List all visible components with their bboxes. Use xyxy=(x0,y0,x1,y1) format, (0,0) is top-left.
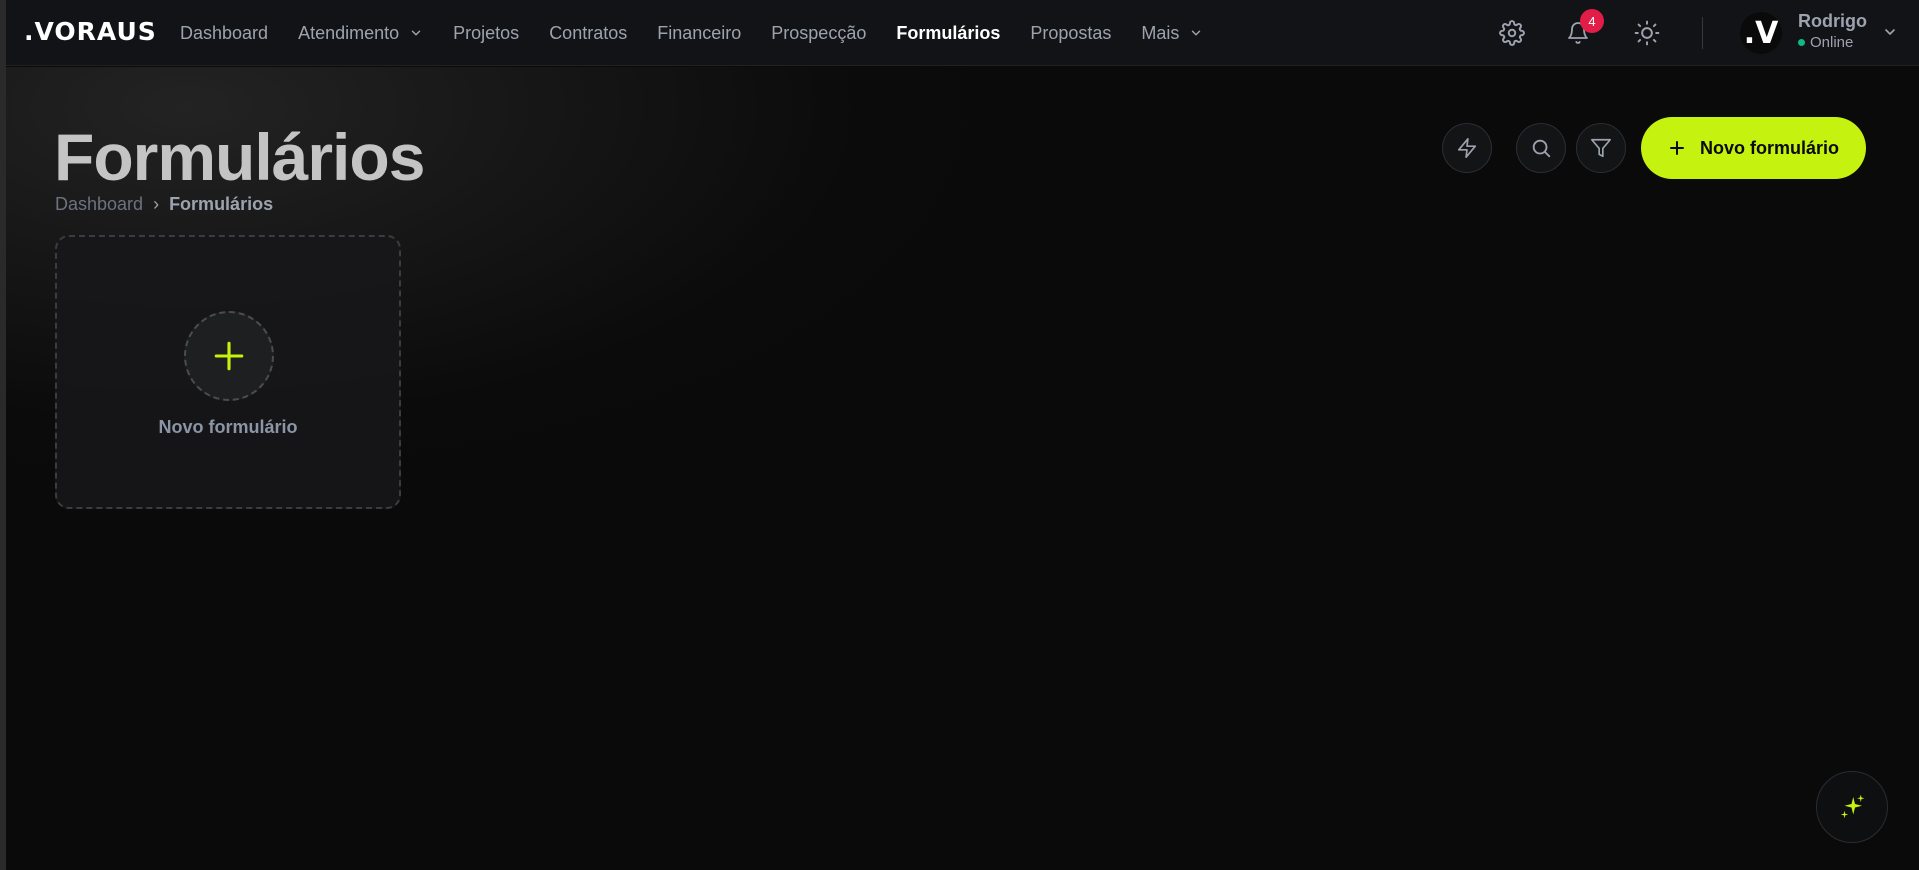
top-navigation-bar: .VORAUS Dashboard Atendimento Projetos C… xyxy=(6,0,1919,66)
nav-item-label: Formulários xyxy=(896,22,1001,43)
new-form-card-label: Novo formulário xyxy=(158,417,298,437)
new-form-card-circle xyxy=(184,311,274,401)
nav-item-formularios[interactable]: Formulários xyxy=(896,23,1000,44)
gear-icon xyxy=(1499,20,1525,46)
new-form-card[interactable]: Novo formulário xyxy=(55,235,401,509)
nav-item-prospeccao[interactable]: Prospecção xyxy=(771,23,866,44)
nav-item-label: Atendimento xyxy=(298,22,400,43)
user-avatar[interactable]: .V xyxy=(1740,12,1782,54)
search-icon xyxy=(1532,139,1551,158)
user-status-label: Online xyxy=(1810,34,1854,51)
nav-item-financeiro[interactable]: Financeiro xyxy=(657,23,741,44)
settings-button[interactable] xyxy=(1494,15,1530,51)
page-title: Formulários xyxy=(54,120,425,194)
new-form-button[interactable]: Novo formulário xyxy=(1641,117,1866,179)
nav-item-label: Contratos xyxy=(549,22,628,43)
nav-item-contratos[interactable]: Contratos xyxy=(549,23,627,44)
user-status: Online xyxy=(1798,34,1853,51)
quick-actions-button[interactable] xyxy=(1442,123,1492,173)
header-divider xyxy=(1702,17,1703,49)
notifications-button[interactable]: 4 xyxy=(1560,9,1604,51)
filter-button[interactable] xyxy=(1576,123,1626,173)
breadcrumb-separator: › xyxy=(153,194,160,214)
nav-item-dashboard[interactable]: Dashboard xyxy=(180,23,268,44)
ai-assistant-button[interactable] xyxy=(1816,771,1888,843)
nav-item-label: Financeiro xyxy=(657,22,742,43)
lightning-icon xyxy=(1457,138,1477,158)
sparkles-icon xyxy=(1840,794,1865,819)
nav-item-label: Mais xyxy=(1141,22,1180,43)
user-name[interactable]: Rodrigo xyxy=(1798,11,1867,32)
online-status-dot xyxy=(1798,39,1805,46)
theme-toggle-button[interactable] xyxy=(1629,15,1665,51)
chevron-down-icon xyxy=(411,30,421,36)
breadcrumb: Dashboard › Formulários xyxy=(55,194,273,215)
nav-item-mais[interactable]: Mais xyxy=(1141,23,1203,44)
voraus-logo[interactable]: .VORAUS xyxy=(24,16,157,48)
breadcrumb-dashboard[interactable]: Dashboard xyxy=(55,194,143,215)
nav-item-projetos[interactable]: Projetos xyxy=(453,23,519,44)
plus-icon xyxy=(1670,141,1684,155)
nav-item-label: Dashboard xyxy=(180,22,269,43)
nav-item-atendimento[interactable]: Atendimento xyxy=(298,23,423,44)
filter-icon xyxy=(1591,138,1611,158)
nav-item-label: Prospecção xyxy=(771,22,867,43)
search-button[interactable] xyxy=(1516,123,1566,173)
main-content: Formulários Dashboard › Formulários Novo… xyxy=(6,67,1919,870)
chevron-down-icon[interactable] xyxy=(1882,24,1898,40)
breadcrumb-current: Formulários xyxy=(169,194,274,214)
nav-item-propostas[interactable]: Propostas xyxy=(1030,23,1111,44)
new-form-button-label: Novo formulário xyxy=(1699,137,1839,158)
notification-count-badge: 4 xyxy=(1580,9,1604,33)
chevron-down-icon xyxy=(1192,30,1201,36)
main-nav: Dashboard Atendimento Projetos Contratos… xyxy=(180,0,1233,66)
plus-icon xyxy=(214,341,244,371)
sun-icon xyxy=(1634,20,1660,46)
nav-item-label: Propostas xyxy=(1030,22,1112,43)
nav-item-label: Projetos xyxy=(453,22,520,43)
